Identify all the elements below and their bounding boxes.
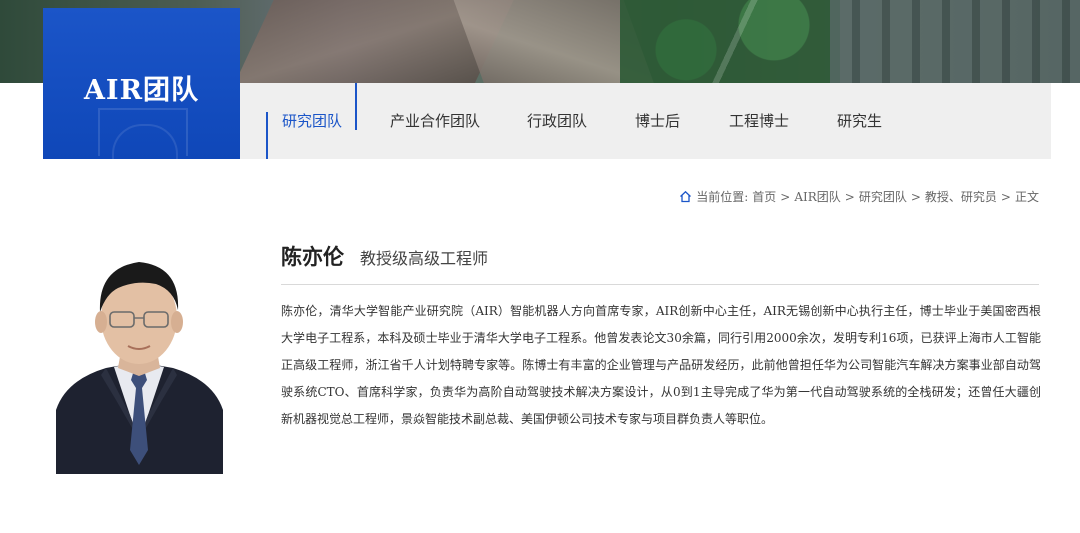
home-icon	[679, 190, 692, 203]
gate-watermark	[98, 108, 188, 160]
breadcrumb-professors[interactable]: 教授、研究员	[925, 188, 997, 205]
breadcrumb-current: 正文	[1014, 190, 1039, 204]
breadcrumb-separator: >	[780, 189, 791, 204]
section-title: AIR团队	[83, 75, 200, 106]
breadcrumb: 当前位置: 首页 > AIR团队 > 研究团队 > 教授、研究员 > 正文	[679, 188, 1039, 205]
tab-research-team[interactable]: 研究团队	[265, 83, 342, 159]
breadcrumb-separator: >	[910, 189, 921, 204]
breadcrumb-separator: >	[1000, 189, 1011, 204]
profile-name: 陈亦伦	[281, 244, 344, 269]
breadcrumb-separator: >	[844, 189, 855, 204]
divider	[281, 284, 1039, 285]
section-title-block: AIR团队	[43, 8, 240, 160]
tab-postdoc[interactable]: 博士后	[635, 83, 680, 159]
profile-title: 教授级高级工程师	[360, 249, 489, 268]
banner-overlay	[450, 0, 1080, 83]
team-nav: 研究团队 产业合作团队 行政团队 博士后 工程博士 研究生	[240, 83, 1051, 159]
tab-industry-team[interactable]: 产业合作团队	[390, 83, 480, 159]
tab-graduate[interactable]: 研究生	[837, 83, 882, 159]
breadcrumb-research-team[interactable]: 研究团队	[859, 188, 907, 205]
breadcrumb-air-team[interactable]: AIR团队	[794, 188, 840, 205]
breadcrumb-home[interactable]: 首页	[752, 188, 776, 205]
tab-admin-team[interactable]: 行政团队	[527, 83, 587, 159]
profile-bio: 陈亦伦，清华大学智能产业研究院（AIR）智能机器人方向首席专家，AIR创新中心主…	[281, 304, 1041, 426]
nav-divider	[355, 83, 357, 130]
profile-photo	[56, 250, 223, 474]
tab-engineering-phd[interactable]: 工程博士	[729, 83, 789, 159]
breadcrumb-prefix: 当前位置:	[696, 190, 749, 204]
